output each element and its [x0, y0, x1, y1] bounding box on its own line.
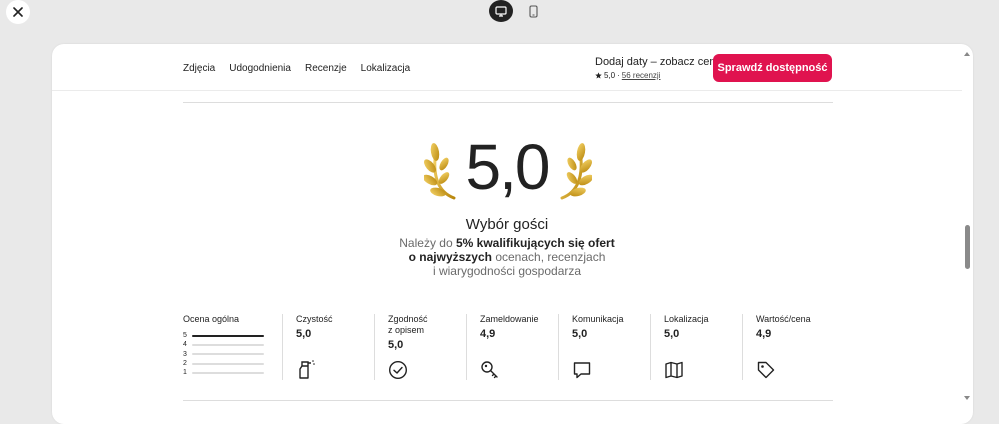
rating-dot: · [617, 71, 620, 80]
overall-rating-block: Ocena ogólna 5 4 3 2 1 [183, 314, 269, 380]
spray-bottle-icon [299, 360, 315, 379]
rating-summary: 5,0 · 56 recenzji [595, 71, 721, 80]
category-check-in: Zameldowanie 4,9 [480, 314, 555, 380]
section-divider [183, 102, 833, 103]
rating-bar-row: 2 [183, 359, 269, 368]
category-cleanliness: Czystość 5,0 [296, 314, 371, 380]
nav-link-location[interactable]: Lokalizacja [361, 63, 410, 74]
overall-score: 5,0 [465, 131, 551, 203]
check-availability-button[interactable]: Sprawdź dostępność [713, 54, 832, 82]
scrollbar[interactable] [962, 50, 972, 402]
rating-bar-row: 3 [183, 350, 269, 359]
category-divider [466, 314, 467, 380]
rating-bar-star: 2 [183, 360, 187, 368]
guest-favorite-title: Wybór gości [465, 216, 549, 233]
overall-rating-label: Ocena ogólna [183, 314, 240, 324]
category-divider [374, 314, 375, 380]
section-nav: Zdjęcia Udogodnienia Recenzje Lokalizacj… [52, 44, 962, 91]
rating-distribution: 5 4 3 2 1 [183, 331, 269, 377]
listing-card: Zdjęcia Udogodnienia Recenzje Lokalizacj… [52, 44, 973, 424]
rating-bar-row: 1 [183, 368, 269, 377]
category-accuracy: Zgodność z opisem 5,0 [388, 314, 463, 380]
rating-bar-track [192, 371, 264, 374]
rating-categories: Ocena ogólna 5 4 3 2 1 Czystość 5,0 Zgod… [183, 314, 833, 380]
category-divider [558, 314, 559, 380]
category-value: 5,0 [388, 339, 404, 351]
map-icon [665, 361, 683, 379]
rating-bar-row: 5 [183, 331, 269, 340]
section-divider [183, 400, 833, 401]
category-value: 5,0 [664, 328, 680, 340]
rating-bar-star: 1 [183, 369, 187, 377]
rating-bar-track [192, 334, 264, 337]
category-value: 5,0 [296, 328, 312, 340]
category-label: Wartość/cena [756, 314, 811, 324]
rating-bar-track [192, 362, 264, 365]
nav-link-amenities[interactable]: Udogodnienia [229, 63, 291, 74]
desktop-view-button[interactable] [489, 0, 513, 22]
category-label: Zgodność z opisem [388, 314, 428, 335]
category-divider [742, 314, 743, 380]
desc-text-2a: o najwyższych [408, 250, 492, 264]
close-button[interactable] [6, 0, 30, 24]
rating-bar-star: 4 [183, 341, 187, 349]
scrollbar-thumb[interactable] [965, 225, 970, 269]
nav-link-photos[interactable]: Zdjęcia [183, 63, 215, 74]
rating-bar-row: 4 [183, 340, 269, 349]
desktop-icon [495, 5, 507, 17]
reviews-link[interactable]: 56 recenzji [622, 71, 661, 80]
category-value: 4,9 [480, 328, 496, 340]
rating-bar-fill [192, 334, 264, 337]
category-value-for-money: Wartość/cena 4,9 [756, 314, 833, 380]
chat-bubble-icon [573, 362, 591, 379]
category-value: 4,9 [756, 328, 772, 340]
rating-value: 5,0 [604, 71, 616, 80]
price-tag-icon [757, 361, 775, 379]
device-toggle [489, 0, 545, 22]
rating-bar-star: 5 [183, 332, 187, 340]
category-label: Czystość [296, 314, 333, 324]
rating-bar-track [192, 353, 264, 356]
category-label: Lokalizacja [664, 314, 709, 324]
desc-text-2b: ocenach, recenzjach [491, 250, 606, 264]
price-title: Dodaj daty – zobacz ceny [595, 56, 721, 68]
price-summary: Dodaj daty – zobacz ceny 5,0 · 56 recenz… [595, 56, 721, 80]
category-divider [282, 314, 283, 380]
star-icon [595, 72, 602, 79]
scroll-up-arrow[interactable] [964, 52, 970, 56]
category-label: Zameldowanie [480, 314, 539, 324]
guest-favorite-description: Należy do 5% kwalifikujących się ofert o… [52, 236, 962, 278]
key-icon [481, 361, 498, 379]
category-value: 5,0 [572, 328, 588, 340]
desc-text-3: i wiarygodności gospodarza [432, 264, 582, 278]
rating-bar-star: 3 [183, 350, 187, 358]
category-label: Komunikacja [572, 314, 624, 324]
category-location: Lokalizacja 5,0 [664, 314, 739, 380]
check-circle-icon [388, 360, 408, 380]
desc-text-1b: 5% kwalifikujących się ofert [455, 236, 615, 250]
scroll-down-arrow[interactable] [964, 396, 970, 400]
category-communication: Komunikacja 5,0 [572, 314, 647, 380]
category-divider [650, 314, 651, 380]
close-icon [13, 7, 23, 17]
nav-link-reviews[interactable]: Recenzje [305, 63, 347, 74]
desc-text-1a: Należy do [399, 236, 456, 250]
rating-bar-track [192, 343, 264, 346]
mobile-view-button[interactable] [521, 0, 545, 22]
mobile-icon [528, 4, 538, 18]
nav-links: Zdjęcia Udogodnienia Recenzje Lokalizacj… [183, 63, 410, 74]
